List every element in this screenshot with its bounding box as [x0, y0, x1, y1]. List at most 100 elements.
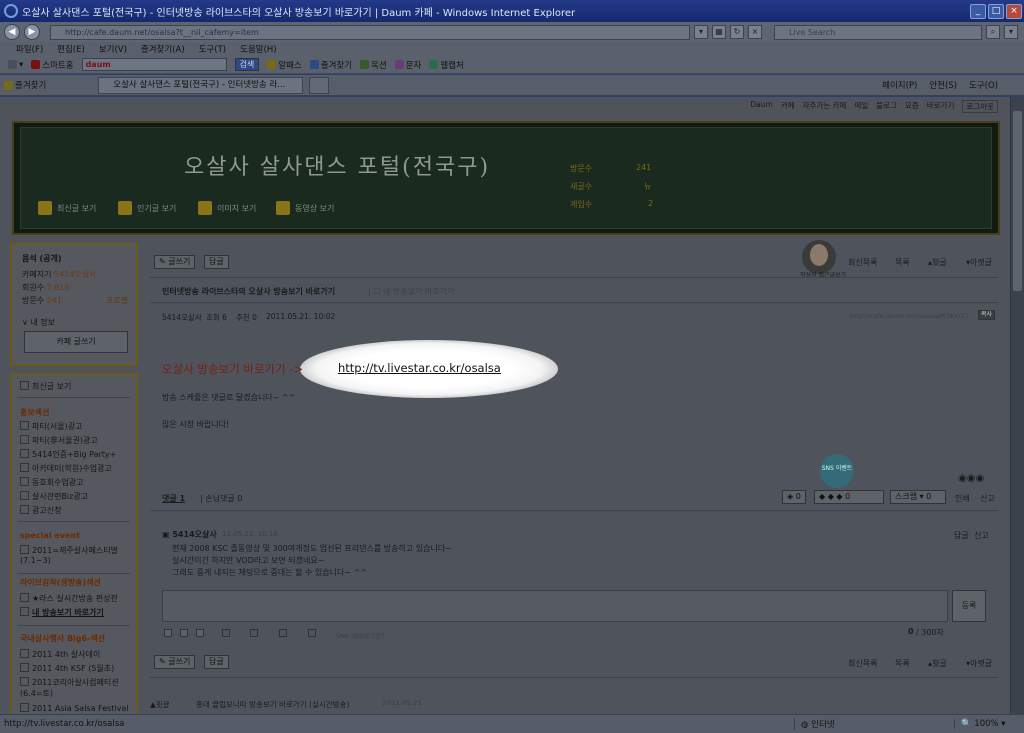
smart-home-button[interactable]: 스마트홈: [31, 59, 74, 71]
menu-recent-posts[interactable]: 최신글 보기: [20, 381, 71, 392]
my-info-toggle[interactable]: ∨ 내 정보: [22, 317, 55, 328]
comments-tab[interactable]: 댓글 1: [162, 493, 185, 504]
logout-button[interactable]: 로그아웃: [962, 100, 998, 113]
nav-frequent-cafe[interactable]: 자주가는 카페: [803, 100, 847, 113]
livestar-link[interactable]: http://tv.livestar.co.kr/osalsa: [338, 361, 501, 375]
toolbar-sms[interactable]: 문자: [394, 59, 421, 71]
next-post-link[interactable]: ▾아랫글: [966, 257, 992, 268]
board-item[interactable]: 2011 4th 살사데이: [20, 649, 100, 660]
guest-comments-tab[interactable]: | 손님댓글 0: [200, 493, 242, 504]
board-item[interactable]: 광고신청: [20, 505, 61, 516]
cafe-title[interactable]: 오살사 살사댄스 포털(전국구): [184, 149, 490, 181]
live-search-input[interactable]: Live Search: [774, 24, 982, 40]
board-item-current[interactable]: 내 방송보기 바로가기: [20, 607, 104, 618]
prev-post-link[interactable]: ▴윗글: [928, 257, 947, 268]
toolbar-options[interactable]: ▾: [8, 60, 23, 70]
sns-checkbox-3[interactable]: [279, 629, 287, 637]
sns-checkbox-2[interactable]: [250, 629, 258, 637]
board-item[interactable]: 파티(非서울권)광고: [20, 435, 98, 446]
latest-list-link-bottom[interactable]: 최신목록: [848, 658, 877, 669]
section-special-event[interactable]: special event: [20, 531, 80, 540]
board-item[interactable]: 2011 Asia Salsa Festival: [20, 703, 129, 713]
board-item[interactable]: 2011=제주살사페스티벌(7.1~3): [20, 545, 136, 565]
new-tab-button[interactable]: [309, 76, 330, 94]
search-icon[interactable]: ⌕: [986, 25, 1000, 39]
nav-yozm[interactable]: 요즘: [905, 100, 919, 113]
list-link-bottom[interactable]: 목록: [895, 658, 910, 669]
board-item[interactable]: 파티(서울)광고: [20, 421, 82, 432]
emoticon-icon[interactable]: [196, 629, 204, 637]
next-post-link-bottom[interactable]: ▾아랫글: [966, 658, 992, 669]
comment-register-button[interactable]: 등록: [952, 590, 986, 622]
daum-search-input[interactable]: daum: [81, 58, 227, 71]
banner-nav-images[interactable]: 이미지 보기: [198, 201, 256, 215]
nav-blog[interactable]: 블로그: [876, 100, 897, 113]
menu-favorites[interactable]: 즐겨찾기(A): [141, 43, 185, 55]
nav-cafe[interactable]: 카페: [781, 100, 795, 113]
cmd-safety[interactable]: 안전(S): [929, 79, 957, 91]
menu-file[interactable]: 파일(F): [16, 43, 43, 55]
sns-checkbox-1[interactable]: [222, 629, 230, 637]
sns-checkbox-4[interactable]: [308, 629, 316, 637]
board-name-link[interactable]: | ☐ 내 방송보기 바로가기: [368, 286, 454, 297]
menu-view[interactable]: 보기(V): [99, 43, 127, 55]
post-permalink[interactable]: http://cafe.daum.net/osalsa/K3KY/21: [850, 312, 969, 320]
print-link[interactable]: 인쇄: [955, 493, 970, 504]
refresh-icon[interactable]: ↻: [730, 25, 744, 39]
address-dropdown-icon[interactable]: ▾: [694, 25, 708, 39]
banner-nav-videos[interactable]: 동영상 보기: [276, 201, 334, 215]
back-icon[interactable]: ◀: [4, 24, 20, 40]
scrollbar-thumb[interactable]: [1013, 111, 1022, 291]
close-button[interactable]: ×: [1006, 3, 1022, 19]
write-button[interactable]: ✎ 글쓰기: [154, 255, 196, 269]
daum-search-button[interactable]: 검색: [234, 58, 260, 71]
board-item[interactable]: ★라스 실시간방송 편성판: [20, 593, 118, 604]
rank-link[interactable]: 프로필: [106, 295, 128, 306]
toolbar-auction[interactable]: 옥션: [360, 59, 387, 71]
reply-button[interactable]: 답글: [204, 255, 229, 269]
nav-mail[interactable]: 메일: [854, 100, 868, 113]
nav-shortcut[interactable]: 바로가기: [927, 100, 955, 113]
menu-tools[interactable]: 도구(T): [199, 43, 226, 55]
board-item[interactable]: 아카데미(학원)수업광고: [20, 463, 112, 474]
report-link[interactable]: 신고: [980, 493, 995, 504]
forward-icon[interactable]: ▶: [24, 24, 40, 40]
toolbar-webcapture[interactable]: 웹캡처: [429, 59, 464, 71]
comment-report-link[interactable]: 신고: [974, 530, 989, 541]
cafe-write-button[interactable]: 카페 글쓰기: [24, 331, 128, 353]
cmd-tools[interactable]: 도구(O): [969, 79, 998, 91]
stop-icon[interactable]: ×: [748, 25, 762, 39]
vertical-scrollbar[interactable]: [1010, 97, 1024, 714]
menu-help[interactable]: 도움말(H): [240, 43, 276, 55]
like-button[interactable]: ◈ 0: [782, 490, 806, 504]
board-item[interactable]: 살사관련Biz광고: [20, 491, 88, 502]
scrap-button[interactable]: 스크랩 ▾ 0: [890, 490, 946, 504]
board-item[interactable]: 5414인증+Big Party+: [20, 449, 116, 460]
toolbar-alpass[interactable]: 알패스: [267, 59, 302, 71]
sns-event-badge[interactable]: SNS 이벤트: [820, 454, 854, 488]
compat-icon[interactable]: ▦: [712, 25, 726, 39]
cmd-page[interactable]: 페이지(P): [882, 79, 917, 91]
share-count-button[interactable]: ◆ ◆ ◆ 0: [814, 490, 884, 504]
board-item[interactable]: 2011 4th KSF (5월초): [20, 663, 114, 674]
write-button-bottom[interactable]: ✎ 글쓰기: [154, 655, 196, 669]
post-author[interactable]: 5414오살사: [162, 312, 202, 323]
author-avatar[interactable]: [802, 240, 836, 274]
banner-nav-popular[interactable]: 인기글 보기: [118, 201, 176, 215]
latest-list-link[interactable]: 최신목록: [848, 257, 877, 268]
sns-share-link[interactable]: SNS 내보내기란?: [336, 630, 385, 640]
board-item[interactable]: 동호회수업광고: [20, 477, 84, 488]
reply-button-bottom[interactable]: 답글: [204, 655, 229, 669]
minimize-button[interactable]: _: [970, 3, 986, 19]
comment-author[interactable]: ▣ 5414오살사: [162, 529, 217, 540]
toolbar-favorites[interactable]: 즐겨찾기: [309, 59, 352, 71]
image-attach-icon[interactable]: [164, 629, 172, 637]
menu-edit[interactable]: 편집(E): [57, 43, 85, 55]
section-promo[interactable]: 홍보섹션: [20, 407, 49, 418]
search-options-icon[interactable]: ▾: [1004, 25, 1018, 39]
owner-link[interactable]: 5414오살사: [54, 270, 96, 279]
nav-daum[interactable]: Daum: [750, 100, 772, 113]
list-link[interactable]: 목록: [895, 257, 910, 268]
address-bar[interactable]: http://cafe.daum.net/osalsa?t__nil_cafem…: [50, 24, 690, 40]
section-big6[interactable]: 국내살사행사 Big6-섹션: [20, 633, 105, 644]
